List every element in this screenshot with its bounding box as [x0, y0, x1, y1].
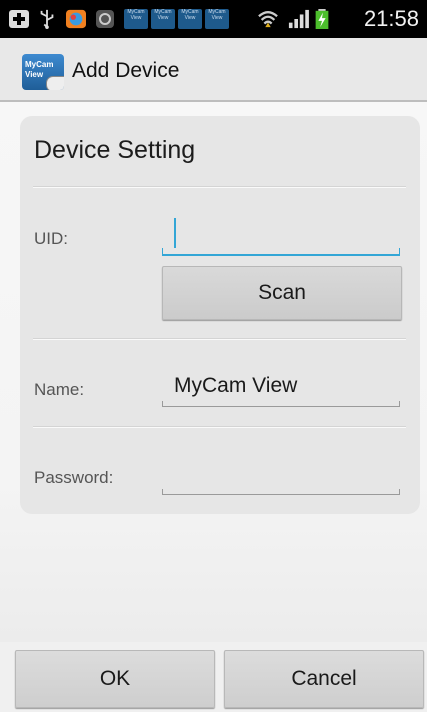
uid-input[interactable]	[162, 216, 400, 256]
action-bar: MyCam View Add Device	[0, 38, 427, 102]
divider	[33, 186, 406, 188]
status-bar: MyCam View MyCam View MyCam View MyCam V…	[0, 0, 427, 38]
password-input[interactable]	[162, 466, 400, 495]
device-setting-card: Device Setting UID: Scan Name: MyCam Vie…	[20, 116, 420, 514]
name-label: Name:	[34, 380, 85, 399]
uid-label: UID:	[34, 229, 68, 248]
logo-text-line1: MyCam	[25, 60, 54, 69]
app-logo-icon[interactable]: MyCam View	[22, 54, 64, 90]
divider	[33, 338, 406, 340]
mycam-notification-icon: MyCam View	[151, 9, 175, 29]
add-box-icon	[9, 10, 29, 28]
scan-button[interactable]: Scan	[162, 266, 402, 320]
mycam-notification-icon: MyCam View	[178, 9, 202, 29]
sync-icon	[96, 10, 114, 28]
section-title: Device Setting	[34, 136, 196, 164]
name-input[interactable]: MyCam View	[162, 374, 400, 407]
signal-icon	[288, 9, 309, 29]
name-value: MyCam View	[174, 374, 298, 397]
password-label: Password:	[34, 468, 114, 487]
camera-icon	[46, 76, 64, 90]
mycam-notification-icon: MyCam View	[124, 9, 148, 29]
mycam-notification-icon: MyCam View	[205, 9, 229, 29]
usb-icon	[40, 9, 54, 29]
bottom-button-bar: OK Cancel	[0, 642, 427, 712]
page-title: Add Device	[72, 59, 180, 82]
battery-charging-icon	[315, 9, 329, 29]
ok-button[interactable]: OK	[15, 650, 215, 708]
cancel-button[interactable]: Cancel	[224, 650, 424, 708]
clock-time: 21:58	[363, 6, 419, 31]
text-cursor	[174, 218, 176, 248]
divider	[33, 426, 406, 428]
wifi-icon	[258, 11, 278, 28]
colorful-app-icon	[66, 9, 86, 29]
